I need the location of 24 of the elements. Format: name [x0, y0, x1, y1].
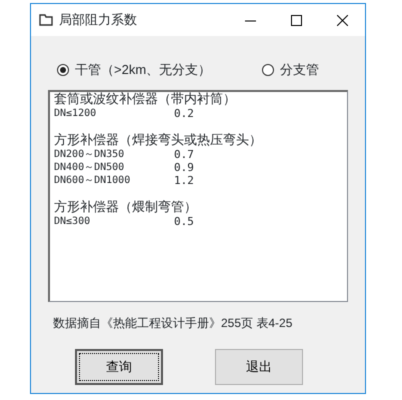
group-title: 方形补偿器（焊接弯头或热压弯头） [54, 134, 263, 148]
pipe-size: DN400～DN500 [54, 161, 126, 174]
radio-button[interactable] [262, 64, 274, 76]
coefficient-value: 0.5 [174, 215, 194, 228]
source-note: 数据摘自《热能工程设计手册》255页 表4-25 [52, 315, 294, 332]
pipe-size: DN≤300 [54, 215, 92, 228]
query-button[interactable]: 查询 [75, 349, 163, 385]
pipe-size: DN≤1200 [54, 107, 98, 120]
group-title: 方形补偿器（煨制弯管） [54, 201, 198, 215]
coefficient-value: 0.9 [174, 161, 194, 174]
pipe-size: DN600～DN1000 [54, 174, 132, 187]
coefficient-value: 0.7 [174, 148, 194, 161]
radio-option[interactable]: 干管（>2km、无分支） [57, 50, 262, 90]
window-icon [39, 14, 53, 26]
group-title: 套筒或波纹补偿器（带内衬筒） [54, 93, 237, 107]
pipe-size: DN200～DN350 [54, 148, 126, 161]
coefficient-value: 1.2 [174, 174, 194, 187]
exit-button[interactable]: 退出 [215, 349, 303, 385]
radio-option[interactable]: 分支管 [262, 50, 319, 90]
window-title: 局部阻力系数 [59, 11, 137, 30]
maximize-icon[interactable] [290, 14, 302, 26]
radio-button[interactable] [57, 64, 69, 76]
close-icon[interactable] [336, 14, 348, 26]
coefficient-value: 0.2 [174, 107, 194, 120]
